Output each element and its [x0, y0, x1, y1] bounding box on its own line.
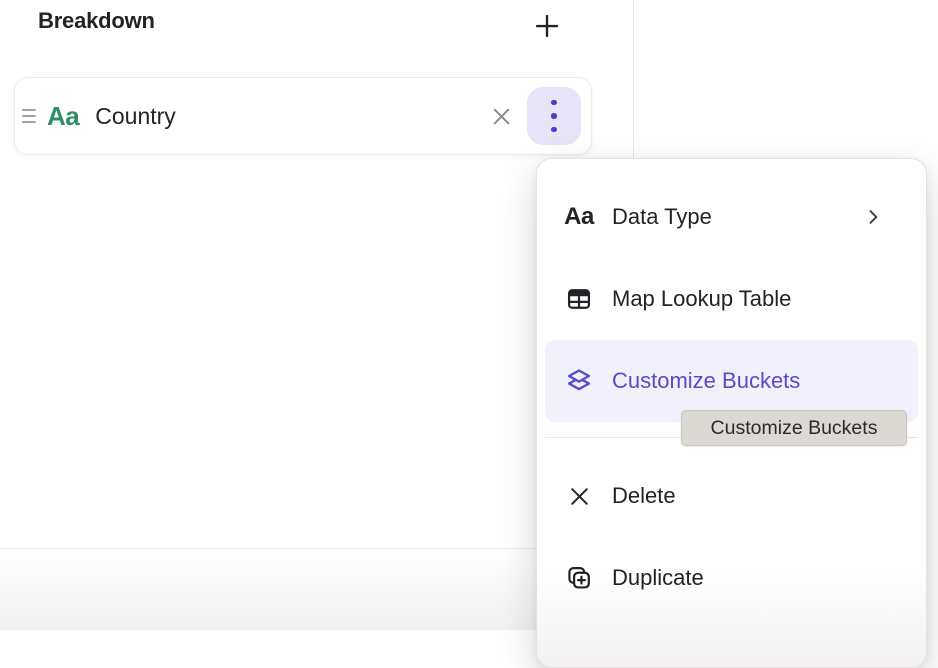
- menu-item-map-lookup-table[interactable]: Map Lookup Table: [545, 258, 918, 340]
- add-breakdown-button[interactable]: [527, 6, 567, 46]
- delete-icon: [564, 481, 594, 511]
- field-menu-button[interactable]: [527, 87, 581, 145]
- page-title: Breakdown: [38, 8, 155, 34]
- menu-item-delete[interactable]: Delete: [545, 455, 918, 537]
- menu-item-label: Duplicate: [612, 565, 704, 591]
- menu-item-label: Map Lookup Table: [612, 286, 791, 312]
- tooltip-text: Customize Buckets: [711, 417, 878, 440]
- plus-icon: [532, 11, 562, 41]
- menu-item-label: Data Type: [612, 204, 712, 230]
- chevron-right-icon: [863, 207, 883, 227]
- field-label: Country: [95, 103, 176, 130]
- field-card[interactable]: Aa Country: [14, 77, 592, 155]
- table-icon: [564, 284, 594, 314]
- duplicate-icon: [564, 563, 594, 593]
- kebab-icon: [551, 100, 557, 133]
- menu-item-duplicate[interactable]: Duplicate: [545, 537, 918, 619]
- tooltip: Customize Buckets: [681, 410, 907, 446]
- field-type-icon: Aa: [47, 101, 79, 132]
- drag-handle-icon[interactable]: [22, 109, 36, 123]
- menu-item-label: Delete: [612, 483, 676, 509]
- context-menu: Aa Data Type Map Lookup Table: [536, 158, 927, 668]
- stack-icon: [564, 366, 594, 396]
- close-icon: [489, 104, 514, 129]
- text-type-icon: Aa: [564, 202, 594, 232]
- menu-item-data-type[interactable]: Aa Data Type: [545, 176, 918, 258]
- menu-item-label: Customize Buckets: [612, 368, 800, 394]
- remove-field-button[interactable]: [482, 97, 520, 135]
